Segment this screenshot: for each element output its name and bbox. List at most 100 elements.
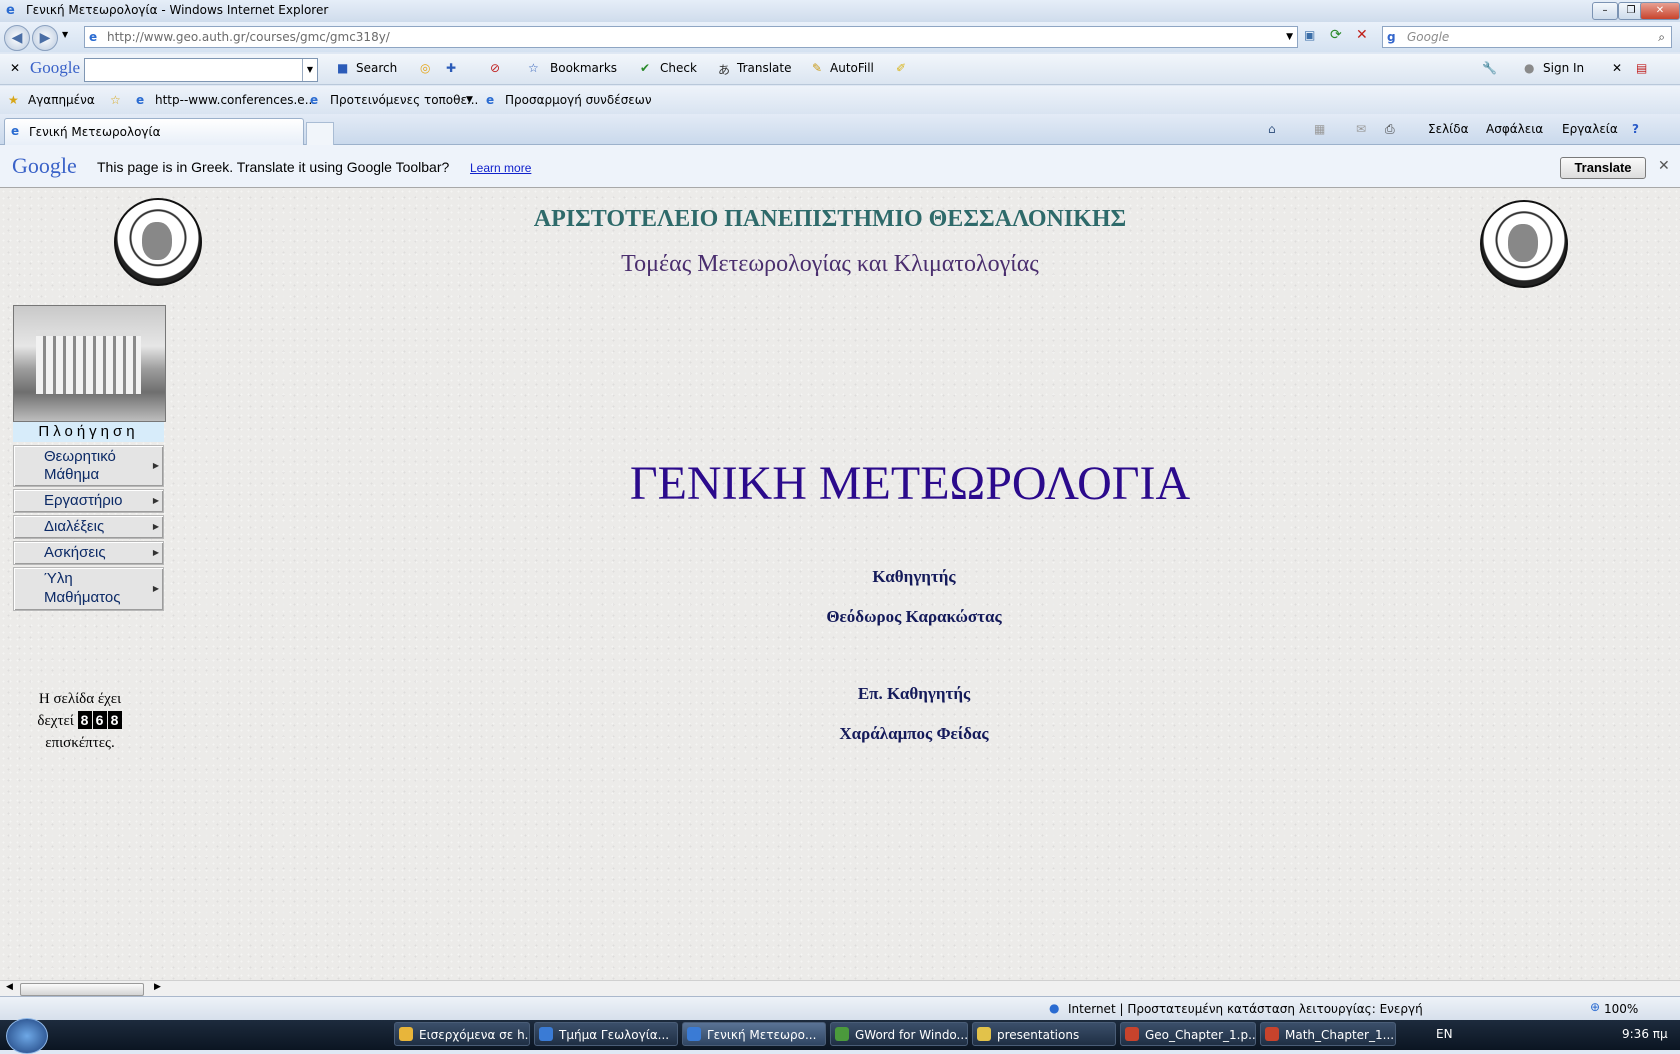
task-label: presentations	[997, 1028, 1080, 1042]
nav-item-lectures[interactable]: Διαλέξεις ▶	[13, 515, 164, 539]
toolbar-autofill-button[interactable]: AutoFill	[830, 61, 874, 75]
feeds-icon[interactable]: ▦	[1314, 122, 1325, 136]
stop-icon[interactable]: ✕	[1356, 27, 1368, 43]
home-icon[interactable]: ⌂	[1268, 122, 1276, 136]
task-geo-chapter[interactable]: Geo_Chapter_1.p...	[1120, 1022, 1256, 1046]
nav-item-lab[interactable]: Εργαστήριο ▶	[13, 489, 164, 513]
professor-role: Καθηγητής	[872, 567, 956, 586]
compat-icon[interactable]: ▣	[1304, 28, 1315, 42]
back-button[interactable]: ◀	[4, 25, 30, 51]
tools-menu[interactable]: Εργαλεία	[1562, 122, 1618, 136]
tab-active[interactable]: e Γενική Μετεωρολογία	[4, 118, 304, 145]
scroll-left-icon[interactable]: ◀	[6, 982, 13, 992]
ie-icon: e	[6, 3, 15, 18]
translate-button[interactable]: Translate	[1560, 157, 1646, 179]
mail-icon[interactable]: ✉	[1356, 122, 1366, 136]
address-text: http://www.geo.auth.gr/courses/gmc/gmc31…	[107, 30, 390, 44]
horizontal-scrollbar[interactable]: ◀ ▶	[0, 980, 1680, 997]
gbox-dropdown-icon[interactable]: ▼	[302, 59, 317, 81]
task-label: Γενική Μετεωρο...	[707, 1028, 817, 1042]
new-tab-button[interactable]	[306, 122, 334, 145]
address-dropdown-icon[interactable]: ▼	[1286, 27, 1293, 47]
task-inbox[interactable]: Εισερχόμενα σε h...	[394, 1022, 530, 1046]
search-icon[interactable]: ⌕	[1658, 27, 1665, 47]
task-math-chapter[interactable]: Math_Chapter_1...	[1260, 1022, 1396, 1046]
highlighter-icon[interactable]: ✐	[896, 61, 906, 75]
help-icon[interactable]: ?	[1632, 122, 1639, 136]
page-menu[interactable]: Σελίδα	[1428, 122, 1468, 136]
nav-item-label: Διαλέξεις	[44, 518, 105, 535]
learn-more-link[interactable]: Learn more	[470, 161, 531, 175]
chevron-right-icon: ▶	[152, 584, 159, 593]
window-title: Γενική Μετεωρολογία - Windows Internet E…	[26, 3, 329, 17]
task-meteorology[interactable]: Γενική Μετεωρο...	[682, 1022, 826, 1046]
minimize-button[interactable]: –	[1592, 2, 1618, 20]
google-toolbar-input[interactable]: ▼	[84, 58, 318, 82]
counter-row: δεχτεί 868	[20, 710, 140, 732]
scroll-right-icon[interactable]: ▶	[154, 982, 161, 992]
fav-item-suggested[interactable]: Προτεινόμενες τοποθε...	[330, 93, 478, 107]
pdf-icon[interactable]: ▤	[1636, 61, 1647, 75]
fav-item-icon: e	[136, 93, 145, 107]
department-seal-logo	[1480, 200, 1568, 288]
chevron-right-icon: ▶	[152, 548, 159, 557]
counter-prefix: Η σελίδα έχει	[38, 691, 122, 707]
nav-item-label: Θεωρητικό	[44, 448, 116, 465]
nav-item-material[interactable]: Ύλη Μαθήματος ▶	[13, 567, 164, 611]
plus-icon[interactable]: ✚	[446, 61, 456, 75]
fav-item-icon: e	[486, 93, 495, 107]
chevron-down-icon[interactable]: ▼	[466, 95, 473, 105]
task-presentations[interactable]: presentations	[972, 1022, 1116, 1046]
university-seal-logo	[114, 198, 202, 286]
toolbar-search-button[interactable]: Search	[356, 61, 397, 75]
forward-button[interactable]: ▶	[32, 25, 58, 51]
university-name: ΑΡΙΣΤΟΤΕΛΕΙΟ ΠΑΝΕΠΙΣΤΗΜΙΟ ΘΕΣΣΑΛΟΝΙΚΗΣ	[533, 206, 1127, 232]
bookmark-star-icon: ☆	[528, 61, 539, 75]
close-button[interactable]: ✕	[1640, 2, 1680, 20]
refresh-icon[interactable]: ⟳	[1330, 27, 1342, 43]
status-bar: ● Internet | Προστατευμένη κατάσταση λει…	[0, 996, 1680, 1021]
wrench-icon[interactable]: 🔧	[1482, 61, 1497, 75]
chrome-icon[interactable]: ◎	[420, 61, 430, 75]
close-toolbar-icon[interactable]: ✕	[10, 61, 20, 75]
nav-item-exercises[interactable]: Ασκήσεις ▶	[13, 541, 164, 565]
popup-blocker-icon[interactable]: ⊘	[490, 61, 500, 75]
safety-menu[interactable]: Ασφάλεια	[1486, 122, 1543, 136]
toolbar-bookmarks-button[interactable]: Bookmarks	[550, 61, 617, 75]
page-icon: e	[89, 30, 98, 44]
toolbar-signin-button[interactable]: Sign In	[1543, 61, 1584, 75]
add-favorite-icon[interactable]: ☆	[110, 93, 121, 107]
nav-header: Πλοήγηση	[13, 422, 164, 442]
task-gword[interactable]: GWord for Windo...	[830, 1022, 968, 1046]
close-infobar-icon[interactable]: ✕	[1658, 158, 1670, 174]
taskbar: Εισερχόμενα σε h... Τμήμα Γεωλογία... Γε…	[0, 1018, 1680, 1054]
fav-item-conferences[interactable]: http--www.conferences.e...	[155, 93, 316, 107]
nav-item-theory[interactable]: Θεωρητικό Μάθημα ▶	[13, 445, 164, 487]
zoom-icon: ⊕	[1590, 1000, 1601, 1014]
task-label: Τμήμα Γεωλογία...	[559, 1028, 670, 1042]
nav-item-label: Ύλη	[44, 570, 73, 587]
task-geology[interactable]: Τμήμα Γεωλογία...	[534, 1022, 678, 1046]
google-toolbar-logo: Google	[30, 58, 81, 77]
zoom-level[interactable]: 100%	[1604, 1002, 1638, 1016]
toolbar-translate-button[interactable]: Translate	[737, 61, 792, 75]
google-toolbar: ✕ Google ▼ ■ Search ◎ ✚ ⊘ ☆ Bookmarks ✔ …	[0, 54, 1680, 85]
toolbar-check-button[interactable]: Check	[660, 61, 697, 75]
nav-item-label: Ασκήσεις	[44, 544, 106, 561]
tab-label: Γενική Μετεωρολογία	[29, 125, 161, 139]
search-box[interactable]: g Google ⌕	[1382, 26, 1672, 48]
favorites-button[interactable]: Αγαπημένα	[28, 93, 95, 107]
clock[interactable]: 9:36 πμ	[1622, 1027, 1668, 1041]
security-zone[interactable]: Internet | Προστατευμένη κατάσταση λειτο…	[1068, 1002, 1423, 1016]
address-row: ◀ ▶ ▼ e http://www.geo.auth.gr/courses/g…	[0, 22, 1680, 52]
print-icon[interactable]: ⎙	[1385, 122, 1395, 137]
address-bar[interactable]: e http://www.geo.auth.gr/courses/gmc/gmc…	[84, 26, 1298, 48]
close-secondary-toolbar-icon[interactable]: ✕	[1612, 61, 1622, 75]
scroll-thumb[interactable]	[20, 983, 144, 996]
fav-item-customize[interactable]: Προσαρμογή συνδέσεων	[505, 93, 652, 107]
spellcheck-icon: ✔	[640, 61, 651, 75]
language-indicator[interactable]: EN	[1436, 1027, 1453, 1041]
counter-digit: 8	[77, 711, 92, 729]
start-button[interactable]	[6, 1018, 48, 1054]
nav-dropdown-icon[interactable]: ▼	[62, 30, 68, 39]
